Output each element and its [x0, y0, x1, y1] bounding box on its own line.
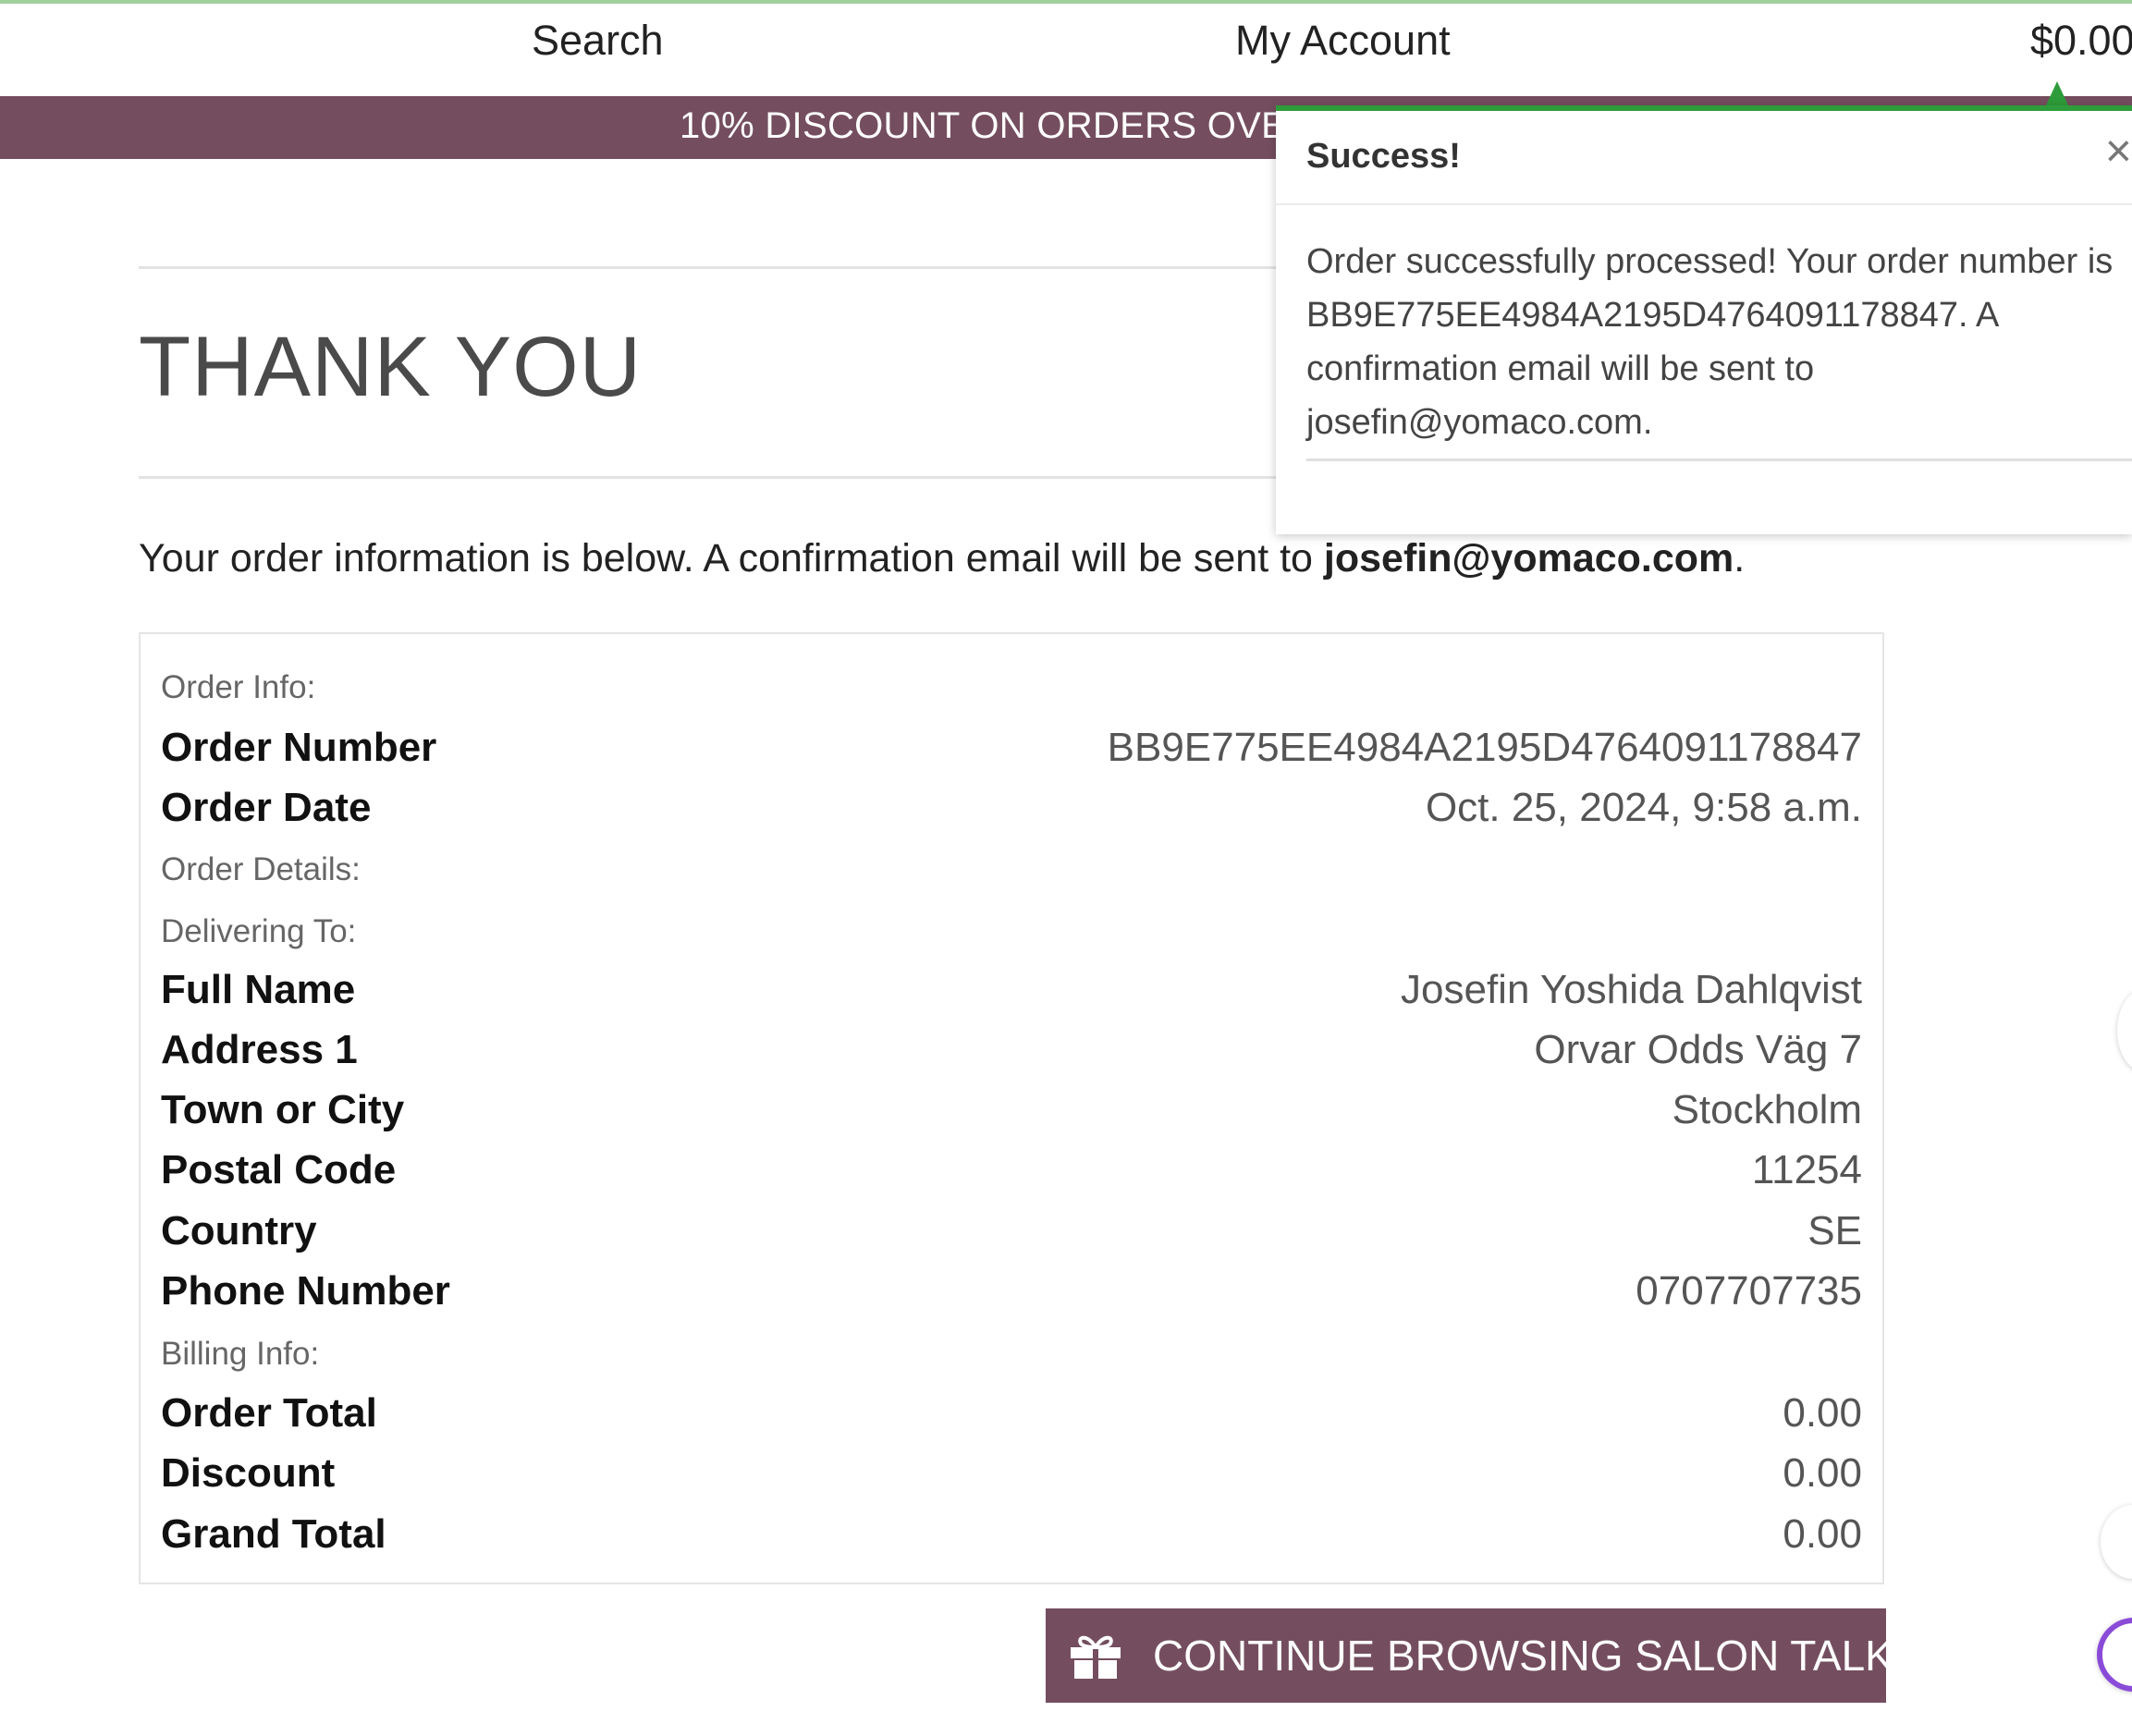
delivery-row-address-1: Address 1 Orvar Odds Väg 7 — [161, 1027, 1862, 1082]
field-value: 0.00 — [1783, 1390, 1862, 1436]
delivery-row-full-name: Full Name Josefin Yoshida Dahlqvist — [161, 967, 1862, 1022]
field-label: Country — [161, 1208, 317, 1253]
field-value: 0707707735 — [1636, 1268, 1862, 1314]
order-date-value: Oct. 25, 2024, 9:58 a.m. — [1425, 785, 1862, 830]
order-number-value: BB9E775EE4984A2195D4764091178847 — [1107, 725, 1862, 770]
lead-email: josefin@yomaco.com — [1323, 536, 1734, 581]
field-value: 11254 — [1751, 1147, 1862, 1192]
my-account-link[interactable]: My Account — [1235, 17, 1451, 65]
delivering-to-heading: Delivering To: — [161, 913, 357, 949]
continue-browsing-label: CONTINUE BROWSING SALON TALKS! — [1153, 1632, 1934, 1680]
toast-body-divider — [1306, 458, 2132, 461]
toast-pointer — [2046, 81, 2068, 105]
field-label: Discount — [161, 1450, 336, 1496]
cart-total-link[interactable]: $0.00 — [2030, 17, 2132, 65]
billing-row-grand-total: Grand Total 0.00 — [161, 1511, 1862, 1567]
order-number-label: Order Number — [161, 725, 437, 770]
delivery-row-country: Country SE — [161, 1208, 1862, 1264]
lead-period: . — [1734, 536, 1746, 581]
field-value: SE — [1807, 1208, 1862, 1253]
field-value: 0.00 — [1783, 1511, 1862, 1557]
order-summary-card: Order Info: Order Number BB9E775EE4984A2… — [139, 632, 1884, 1584]
promo-banner-text: 10% DISCOUNT ON ORDERS OVER $ — [680, 105, 1345, 146]
toast-message: Order successfully processed! Your order… — [1306, 242, 2114, 442]
floating-settings-button[interactable] — [2101, 1505, 2132, 1579]
confirmation-lead: Your order information is below. A confi… — [139, 536, 1745, 581]
close-icon[interactable]: × — [2105, 128, 2132, 174]
field-label: Town or City — [161, 1087, 405, 1132]
order-date-label: Order Date — [161, 785, 372, 830]
field-value: Orvar Odds Väg 7 — [1534, 1027, 1862, 1072]
search-link[interactable]: Search — [532, 17, 664, 65]
order-number-row: Order Number BB9E775EE4984A2195D47640911… — [161, 725, 1862, 780]
top-navigation: Search My Account $0.00 — [0, 4, 2132, 96]
order-info-heading: Order Info: — [161, 669, 316, 705]
floating-widget-button[interactable] — [2117, 989, 2132, 1072]
field-value: 0.00 — [1783, 1450, 1862, 1496]
field-value: Stockholm — [1672, 1087, 1862, 1132]
billing-row-order-total: Order Total 0.00 — [161, 1390, 1862, 1446]
delivery-row-postal-code: Postal Code 11254 — [161, 1147, 1862, 1203]
lead-text: Your order information is below. A confi… — [139, 536, 1324, 581]
field-label: Postal Code — [161, 1147, 397, 1192]
field-label: Phone Number — [161, 1268, 450, 1314]
toast-title: Success! — [1306, 137, 1461, 176]
floating-chat-button[interactable] — [2097, 1618, 2132, 1692]
field-label: Address 1 — [161, 1027, 358, 1072]
delivery-row-town: Town or City Stockholm — [161, 1087, 1862, 1143]
field-label: Order Total — [161, 1390, 377, 1436]
success-toast: Success! × Order successfully processed!… — [1276, 105, 2132, 534]
order-details-heading: Order Details: — [161, 851, 361, 887]
billing-row-discount: Discount 0.00 — [161, 1450, 1862, 1506]
toast-header-divider — [1276, 203, 2132, 205]
field-label: Grand Total — [161, 1511, 386, 1557]
continue-browsing-button[interactable]: CONTINUE BROWSING SALON TALKS! — [1046, 1608, 1933, 1703]
gift-icon — [1071, 1635, 1121, 1679]
field-label: Full Name — [161, 967, 356, 1012]
page-title: THANK YOU — [139, 320, 643, 414]
delivery-row-phone: Phone Number 0707707735 — [161, 1268, 1862, 1324]
billing-info-heading: Billing Info: — [161, 1336, 320, 1372]
field-value: Josefin Yoshida Dahlqvist — [1401, 967, 1862, 1012]
order-date-row: Order Date Oct. 25, 2024, 9:58 a.m. — [161, 785, 1862, 840]
